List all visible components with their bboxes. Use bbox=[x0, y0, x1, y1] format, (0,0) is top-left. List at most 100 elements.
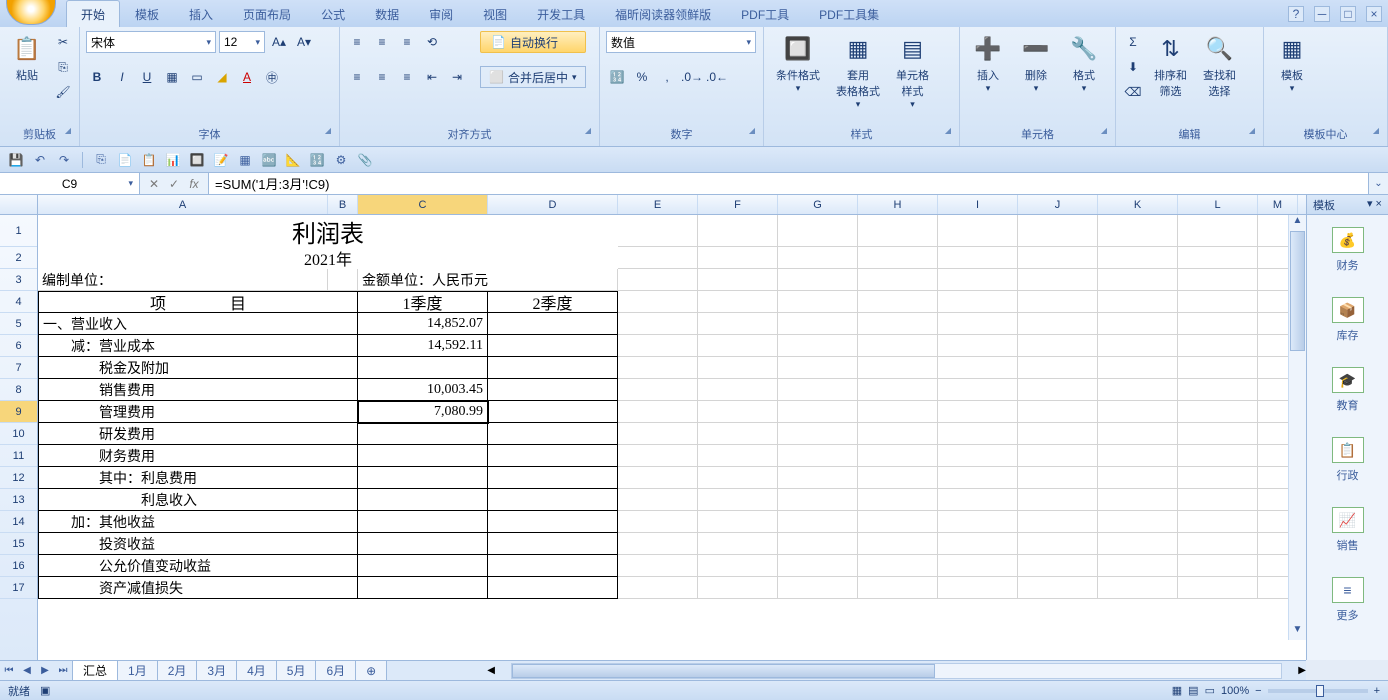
col-header-J[interactable]: J bbox=[1018, 195, 1098, 214]
cell-I7[interactable] bbox=[938, 357, 1018, 379]
number-format-combo[interactable]: 数值▾ bbox=[606, 31, 756, 53]
cell-L6[interactable] bbox=[1178, 335, 1258, 357]
qat-btn-2[interactable]: 📄 bbox=[115, 150, 135, 170]
cell-E13[interactable] bbox=[618, 489, 698, 511]
template-panel-close-icon[interactable]: ▾ × bbox=[1367, 197, 1382, 212]
cell-K15[interactable] bbox=[1098, 533, 1178, 555]
cell-F5[interactable] bbox=[698, 313, 778, 335]
cell-H14[interactable] bbox=[858, 511, 938, 533]
cell-A14[interactable]: 加：其他收益 bbox=[38, 511, 358, 533]
cell-I1[interactable] bbox=[938, 215, 1018, 247]
vscroll-thumb[interactable] bbox=[1290, 231, 1305, 351]
cell-J13[interactable] bbox=[1018, 489, 1098, 511]
cell-A2[interactable]: 2021年 bbox=[38, 247, 618, 269]
cell-F12[interactable] bbox=[698, 467, 778, 489]
hscroll-right[interactable]: ▶ bbox=[1298, 665, 1306, 676]
template-button[interactable]: ▦模板▾ bbox=[1270, 31, 1314, 96]
cell-K9[interactable] bbox=[1098, 401, 1178, 423]
cell-C11[interactable] bbox=[358, 445, 488, 467]
template-item-4[interactable]: 📈销售 bbox=[1307, 495, 1388, 565]
cell-C3[interactable]: 金额单位：人民币元 bbox=[358, 269, 618, 291]
cell-D4[interactable]: 2季度 bbox=[488, 291, 618, 313]
cell-C12[interactable] bbox=[358, 467, 488, 489]
cell-F4[interactable] bbox=[698, 291, 778, 313]
sheet-nav-first[interactable]: ⏮ bbox=[0, 661, 18, 680]
template-item-5[interactable]: ≡更多 bbox=[1307, 565, 1388, 635]
cell-A4[interactable]: 项 目 bbox=[38, 291, 358, 313]
cell-G15[interactable] bbox=[778, 533, 858, 555]
template-item-2[interactable]: 🎓教育 bbox=[1307, 355, 1388, 425]
sheet-tab-6月[interactable]: 6月 bbox=[316, 661, 356, 680]
cell-I14[interactable] bbox=[938, 511, 1018, 533]
cell-K3[interactable] bbox=[1098, 269, 1178, 291]
cell-F7[interactable] bbox=[698, 357, 778, 379]
cell-A12[interactable]: 其中：利息费用 bbox=[38, 467, 358, 489]
cell-styles-button[interactable]: ▤单元格 样式▾ bbox=[890, 31, 935, 112]
ribbon-tab-9[interactable]: 福昕阅读器领鲜版 bbox=[600, 0, 726, 27]
cell-G13[interactable] bbox=[778, 489, 858, 511]
cell-D9[interactable] bbox=[488, 401, 618, 423]
delete-cells-button[interactable]: ➖删除▾ bbox=[1014, 31, 1058, 96]
percent-button[interactable]: % bbox=[631, 66, 653, 88]
qat-btn-7[interactable]: ▦ bbox=[235, 150, 255, 170]
ribbon-tab-0[interactable]: 开始 bbox=[66, 0, 120, 27]
cell-E11[interactable] bbox=[618, 445, 698, 467]
cell-C4[interactable]: 1季度 bbox=[358, 291, 488, 313]
cell-H4[interactable] bbox=[858, 291, 938, 313]
cell-I11[interactable] bbox=[938, 445, 1018, 467]
cell-E7[interactable] bbox=[618, 357, 698, 379]
close-icon[interactable]: × bbox=[1366, 6, 1382, 22]
col-header-G[interactable]: G bbox=[778, 195, 858, 214]
orientation-button[interactable]: ⟲ bbox=[421, 31, 443, 53]
cell-A11[interactable]: 财务费用 bbox=[38, 445, 358, 467]
cell-E3[interactable] bbox=[618, 269, 698, 291]
cell-D13[interactable] bbox=[488, 489, 618, 511]
cell-C17[interactable] bbox=[358, 577, 488, 599]
cell-I12[interactable] bbox=[938, 467, 1018, 489]
cell-C10[interactable] bbox=[358, 423, 488, 445]
row-header-6[interactable]: 6 bbox=[0, 335, 37, 357]
sheet-nav-prev[interactable]: ◀ bbox=[18, 661, 36, 680]
table-format-button[interactable]: ▦套用 表格格式▾ bbox=[830, 31, 886, 112]
cell-J3[interactable] bbox=[1018, 269, 1098, 291]
qat-btn-6[interactable]: 📝 bbox=[211, 150, 231, 170]
underline-button[interactable]: U bbox=[136, 66, 158, 88]
cell-D8[interactable] bbox=[488, 379, 618, 401]
cell-J12[interactable] bbox=[1018, 467, 1098, 489]
cell-A6[interactable]: 减：营业成本 bbox=[38, 335, 358, 357]
cell-A9[interactable]: 管理费用 bbox=[38, 401, 358, 423]
cancel-formula-button[interactable]: ✕ bbox=[144, 177, 164, 191]
currency-button[interactable]: 🔢 bbox=[606, 66, 628, 88]
cell-A8[interactable]: 销售费用 bbox=[38, 379, 358, 401]
row-header-3[interactable]: 3 bbox=[0, 269, 37, 291]
cell-L1[interactable] bbox=[1178, 215, 1258, 247]
cell-G6[interactable] bbox=[778, 335, 858, 357]
font-color-button[interactable]: A bbox=[236, 66, 258, 88]
col-header-D[interactable]: D bbox=[488, 195, 618, 214]
row-header-15[interactable]: 15 bbox=[0, 533, 37, 555]
cell-K1[interactable] bbox=[1098, 215, 1178, 247]
cell-L14[interactable] bbox=[1178, 511, 1258, 533]
vscroll-down[interactable]: ▼ bbox=[1289, 624, 1306, 640]
select-all-corner[interactable] bbox=[0, 195, 38, 214]
view-normal-button[interactable]: ▦ bbox=[1172, 684, 1182, 697]
cell-K8[interactable] bbox=[1098, 379, 1178, 401]
cell-J6[interactable] bbox=[1018, 335, 1098, 357]
zoom-slider[interactable] bbox=[1268, 689, 1368, 693]
cell-H2[interactable] bbox=[858, 247, 938, 269]
ribbon-tab-2[interactable]: 插入 bbox=[174, 0, 228, 27]
row-header-8[interactable]: 8 bbox=[0, 379, 37, 401]
ribbon-tab-8[interactable]: 开发工具 bbox=[522, 0, 600, 27]
zoom-out-button[interactable]: − bbox=[1255, 685, 1261, 697]
cell-H11[interactable] bbox=[858, 445, 938, 467]
cell-I2[interactable] bbox=[938, 247, 1018, 269]
cell-H12[interactable] bbox=[858, 467, 938, 489]
ribbon-tab-11[interactable]: PDF工具集 bbox=[804, 0, 894, 27]
cell-G17[interactable] bbox=[778, 577, 858, 599]
cell-F10[interactable] bbox=[698, 423, 778, 445]
increase-font-button[interactable]: A▴ bbox=[268, 31, 290, 53]
indent-inc-button[interactable]: ⇥ bbox=[446, 66, 468, 88]
cell-G5[interactable] bbox=[778, 313, 858, 335]
sheet-nav-last[interactable]: ⏭ bbox=[54, 661, 72, 680]
qat-undo-button[interactable]: ↶ bbox=[30, 150, 50, 170]
